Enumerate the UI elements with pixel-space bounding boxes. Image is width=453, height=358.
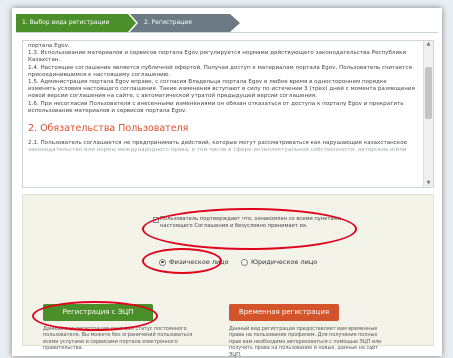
registration-steps: 1. Выбор вида регистрации 2. Регистрация [16,14,438,32]
radio-legal-entity-icon[interactable] [241,258,248,266]
temporary-registration-description: Данный вид регистрации предоставляет вам… [229,326,382,358]
scroll-thumb[interactable] [425,67,432,119]
scroll-up-icon[interactable]: ▲ [425,41,432,48]
section-heading: 2. Обязательства Пользователя [28,123,189,135]
eds-registration-description: Данный вид регистрации дает вам статус п… [43,326,193,352]
agreement-paragraph: 1.3. Использование материалов и сервисов… [28,50,407,64]
agreement-paragraph-faded: законодательство или нормы международног… [28,147,407,154]
agreement-scrollbar[interactable]: ▲ ▼ [423,41,433,187]
scroll-down-icon[interactable]: ▼ [425,180,432,187]
radio-legal-entity-label: Юридическое лицо [251,258,318,266]
tabs-divider [16,32,438,33]
tab-registration[interactable]: 2. Регистрация [130,14,240,32]
agreement-paragraph: 1.4. Настоящее соглашение является публи… [28,64,412,78]
agreement-paragraph: 1.5. Администрация портала Egov вправе, … [28,79,415,100]
temporary-registration-button[interactable]: Временная регистрация [229,304,339,321]
agreement-paragraph: 1.6. При несогласии Пользователя с внесе… [28,100,404,114]
tab-choose-registration-type[interactable]: 1. Выбор вида регистрации [16,14,136,32]
user-agreement-scrollbox[interactable]: портала Egov. 1.3. Использование материа… [22,40,434,188]
agreement-text: портала Egov. 1.3. Использование материа… [28,43,416,155]
eds-button-highlight-ellipse [32,301,158,331]
individual-highlight-ellipse [142,248,222,274]
radio-legal-entity[interactable]: Юридическое лицо [241,258,317,266]
consent-highlight-ellipse [142,208,357,250]
registration-window: 1. Выбор вида регистрации 2. Регистрация… [12,8,442,358]
